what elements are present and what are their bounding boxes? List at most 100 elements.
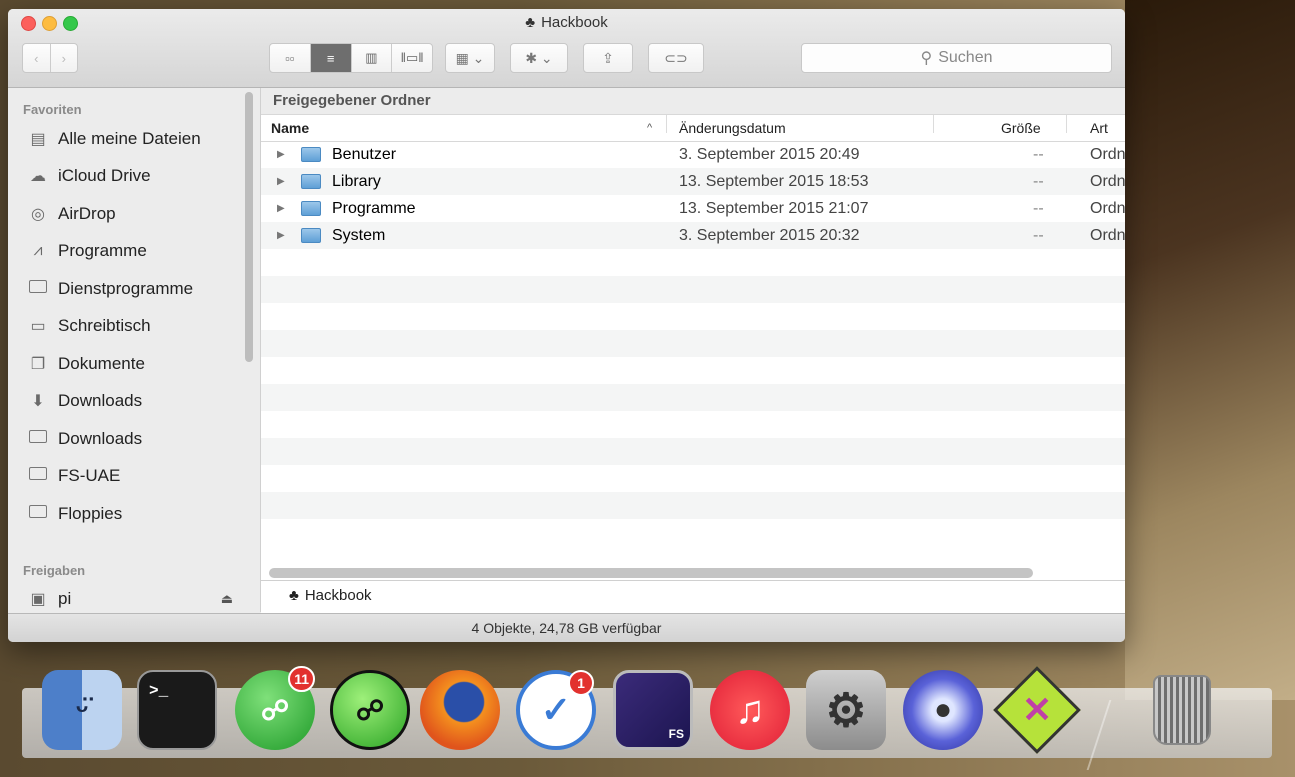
sidebar-item-dokumente[interactable]: ❐ Dokumente bbox=[28, 349, 145, 379]
blue-app-icon[interactable]: ● bbox=[903, 670, 983, 750]
coverflow-view-icon[interactable]: ‖▭‖ bbox=[392, 44, 432, 72]
action-button[interactable]: ✱ ⌄ bbox=[510, 43, 568, 73]
sidebar-item-dienstprogramme[interactable]: Dienstprogramme bbox=[28, 274, 193, 304]
share-icon: ⇪ bbox=[602, 49, 614, 66]
file-size: -- bbox=[1033, 146, 1044, 163]
path-bar: ♣ Hackbook bbox=[261, 580, 1125, 613]
file-kind: Ordner bbox=[1090, 200, 1125, 217]
file-date: 13. September 2015 18:53 bbox=[679, 173, 869, 190]
file-name: Library bbox=[332, 173, 381, 190]
column-date[interactable]: Änderungsdatum bbox=[679, 115, 786, 141]
file-kind: Ordner bbox=[1090, 146, 1125, 163]
file-size: -- bbox=[1033, 227, 1044, 244]
column-separator bbox=[666, 115, 667, 133]
column-separator bbox=[933, 115, 934, 133]
column-name[interactable]: Name bbox=[271, 115, 309, 141]
file-rows: ▶ Benutzer 3. September 2015 20:49 -- Or… bbox=[261, 141, 1125, 519]
green-orbit-app-icon[interactable]: ☍ bbox=[330, 670, 410, 750]
arrange-button[interactable]: ▦ ⌄ bbox=[445, 43, 495, 73]
window-title: ♣ Hackbook bbox=[525, 14, 608, 31]
folder-icon bbox=[301, 147, 321, 162]
sidebar-item-floppies[interactable]: Floppies bbox=[28, 499, 122, 529]
table-row[interactable]: ▶ System 3. September 2015 20:32 -- Ordn… bbox=[261, 222, 1125, 249]
folder-icon bbox=[28, 430, 48, 448]
disclosure-triangle-icon[interactable]: ▶ bbox=[277, 141, 285, 168]
airmail-icon[interactable]: ✓ 1 bbox=[516, 670, 596, 750]
file-kind: Ordner bbox=[1090, 227, 1125, 244]
desktop-background bbox=[1125, 0, 1295, 700]
file-name: Benutzer bbox=[332, 146, 397, 163]
table-row[interactable]: ▶ Benutzer 3. September 2015 20:49 -- Or… bbox=[261, 141, 1125, 168]
folder-icon bbox=[301, 174, 321, 189]
column-size[interactable]: Größe bbox=[1001, 115, 1041, 141]
sidebar-item-downloads[interactable]: ⬇ Downloads bbox=[28, 386, 142, 416]
file-size: -- bbox=[1033, 173, 1044, 190]
sidebar-item-airdrop[interactable]: ◎ AirDrop bbox=[28, 199, 116, 229]
sidebar-item-downloads-folder[interactable]: Downloads bbox=[28, 424, 142, 454]
file-date: 13. September 2015 21:07 bbox=[679, 200, 869, 217]
view-mode-segmented: ▫▫ ≡ ▥ ‖▭‖ bbox=[269, 43, 433, 73]
file-name: System bbox=[332, 227, 386, 244]
file-list-pane: Freigegebener Ordner Name ^ Änderungsdat… bbox=[261, 88, 1125, 612]
gear-icon: ✱ ⌄ bbox=[525, 49, 553, 66]
sidebar-item-fs-uae[interactable]: FS-UAE bbox=[28, 461, 120, 491]
sidebar-item-schreibtisch[interactable]: ▭ Schreibtisch bbox=[28, 311, 150, 341]
eject-icon[interactable]: ⏏ bbox=[221, 591, 233, 607]
folder-icon bbox=[28, 280, 48, 298]
share-button[interactable]: ⇪ bbox=[583, 43, 633, 73]
arrange-icon: ▦ ⌄ bbox=[455, 49, 485, 66]
tags-button[interactable]: ⊂⊃ bbox=[648, 43, 704, 73]
display-icon: ▣ bbox=[30, 591, 46, 608]
favorites-heading: Favoriten bbox=[23, 102, 82, 117]
search-input[interactable]: ⚲ Suchen bbox=[801, 43, 1112, 73]
sidebar: Favoriten ▤ Alle meine Dateien ☁ iCloud Dr… bbox=[8, 88, 261, 612]
system-preferences-icon[interactable]: ⚙ bbox=[806, 670, 886, 750]
list-view-icon[interactable]: ≡ bbox=[310, 44, 352, 72]
column-kind[interactable]: Art bbox=[1090, 115, 1108, 141]
disclosure-triangle-icon[interactable]: ▶ bbox=[277, 195, 285, 222]
column-header: Name ^ Änderungsdatum Größe Art bbox=[261, 115, 1125, 142]
documents-icon: ❐ bbox=[30, 356, 46, 373]
search-icon: ⚲ bbox=[920, 50, 933, 67]
finder-window: ♣ Hackbook ‹ › ▫▫ ≡ ▥ ‖▭‖ ▦ ⌄ ✱ ⌄ ⇪ ⊂⊃ ⚲ … bbox=[8, 9, 1125, 642]
hackbook-icon: ♣ bbox=[289, 587, 299, 604]
folder-icon bbox=[28, 467, 48, 485]
fs-uae-icon[interactable]: FS bbox=[613, 670, 693, 750]
file-date: 3. September 2015 20:32 bbox=[679, 227, 860, 244]
airdrop-icon: ◎ bbox=[31, 206, 45, 223]
desktop-icon: ▭ bbox=[30, 318, 46, 335]
chevron-left-icon[interactable]: ‹ bbox=[23, 44, 51, 72]
shared-heading: Freigaben bbox=[23, 563, 86, 578]
notification-badge: 11 bbox=[288, 666, 315, 692]
chevron-right-icon[interactable]: › bbox=[51, 44, 78, 72]
folder-icon bbox=[301, 228, 321, 243]
horizontal-scrollbar[interactable] bbox=[269, 568, 1033, 578]
itunes-icon[interactable]: ♫ bbox=[710, 670, 790, 750]
file-kind: Ordner bbox=[1090, 173, 1125, 190]
sidebar-item-programme[interactable]: ⩘ Programme bbox=[28, 236, 146, 266]
sidebar-scrollbar[interactable] bbox=[245, 92, 253, 362]
file-size: -- bbox=[1033, 200, 1044, 217]
green-app-icon[interactable]: ☍ 11 bbox=[235, 666, 315, 750]
sidebar-item-all-files[interactable]: ▤ Alle meine Dateien bbox=[28, 124, 200, 154]
back-forward-buttons: ‹ › bbox=[22, 43, 78, 73]
sidebar-item-icloud[interactable]: ☁ iCloud Drive bbox=[28, 161, 151, 191]
finder-icon[interactable]: ᵕ̈ bbox=[42, 670, 122, 750]
disclosure-triangle-icon[interactable]: ▶ bbox=[277, 222, 285, 249]
cloud-icon: ☁ bbox=[30, 168, 46, 185]
file-name: Programme bbox=[332, 200, 416, 217]
table-row[interactable]: ▶ Programme 13. September 2015 21:07 -- … bbox=[261, 195, 1125, 222]
sidebar-item-pi[interactable]: ▣ pi ⏏ bbox=[28, 584, 233, 614]
icon-view-icon[interactable]: ▫▫ bbox=[270, 44, 311, 72]
file-date: 3. September 2015 20:49 bbox=[679, 146, 860, 163]
disclosure-triangle-icon[interactable]: ▶ bbox=[277, 168, 285, 195]
trash-icon[interactable] bbox=[1142, 670, 1222, 750]
table-row[interactable]: ▶ Library 13. September 2015 18:53 -- Or… bbox=[261, 168, 1125, 195]
hackbook-icon: ♣ bbox=[525, 14, 536, 31]
firefox-icon[interactable] bbox=[420, 670, 500, 750]
path-header: Freigegebener Ordner bbox=[261, 88, 1125, 115]
terminal-icon[interactable]: >_ bbox=[137, 670, 217, 750]
x-app-icon[interactable]: ✕ bbox=[993, 666, 1081, 754]
tag-icon: ⊂⊃ bbox=[664, 49, 688, 66]
column-view-icon[interactable]: ▥ bbox=[352, 44, 393, 72]
